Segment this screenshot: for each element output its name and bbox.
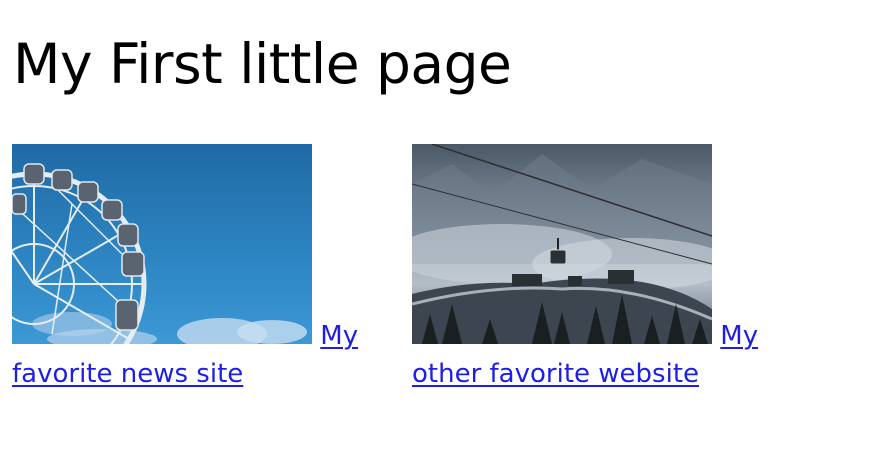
page-title: My First little page: [13, 32, 512, 96]
link-card-news: My favorite news site: [12, 144, 382, 393]
cable-car-image[interactable]: [412, 144, 712, 344]
ferris-wheel-image[interactable]: [12, 144, 312, 344]
link-card-other: My other favorite website: [412, 144, 782, 393]
